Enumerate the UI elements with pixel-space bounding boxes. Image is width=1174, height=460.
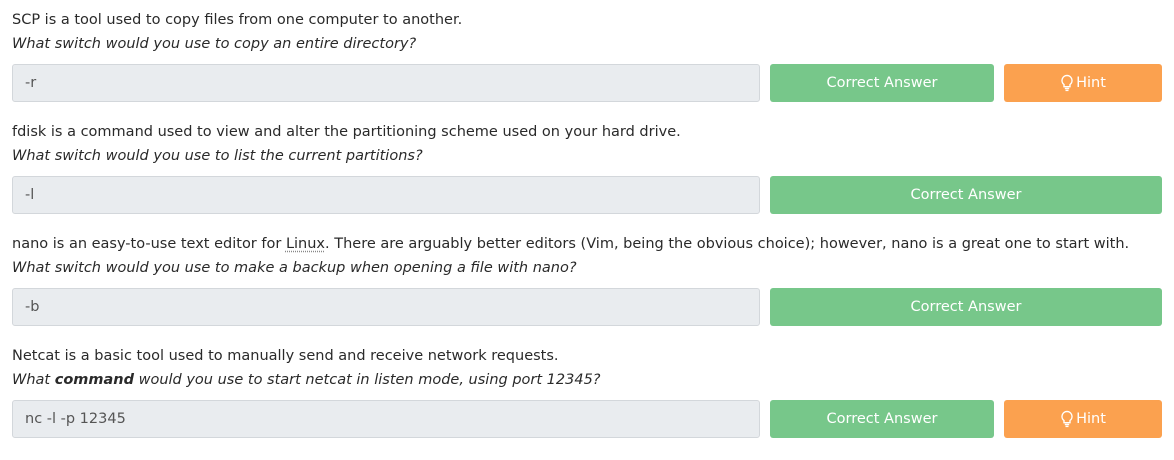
lightbulb-icon [1060, 74, 1074, 92]
question-prompt-emphasis: command [54, 372, 134, 388]
correct-answer-button[interactable]: Correct Answer [770, 64, 994, 102]
question-prompt-part: would you use to start netcat in listen … [133, 372, 601, 388]
question-text: fdisk is a command used to view and alte… [12, 124, 681, 140]
question-prompt: What switch would you use to copy an ent… [12, 36, 417, 52]
answer-row: Correct Answer Hint [12, 400, 1162, 438]
question-text-part: . There are arguably better editors (Vim… [325, 236, 1130, 252]
question-4: Netcat is a basic tool used to manually … [12, 346, 1162, 438]
question-prompt-part: What [12, 372, 55, 388]
answer-input[interactable] [12, 64, 760, 102]
question-1: SCP is a tool used to copy files from on… [12, 10, 1162, 102]
hint-label: Hint [1076, 75, 1106, 91]
linux-abbreviation: Linux [285, 236, 326, 252]
question-text: nano is an easy-to-use text editor for L… [12, 234, 1162, 258]
correct-answer-button[interactable]: Correct Answer [770, 400, 994, 438]
correct-answer-label: Correct Answer [910, 187, 1022, 203]
question-2: fdisk is a command used to view and alte… [12, 122, 1162, 214]
answer-input[interactable] [12, 176, 760, 214]
answer-row: Correct Answer [12, 176, 1162, 214]
correct-answer-button[interactable]: Correct Answer [770, 176, 1162, 214]
correct-answer-button[interactable]: Correct Answer [770, 288, 1162, 326]
answer-row: Correct Answer [12, 288, 1162, 326]
hint-button[interactable]: Hint [1004, 400, 1162, 438]
answer-row: Correct Answer Hint [12, 64, 1162, 102]
question-text-part: nano is an easy-to-use text editor for [12, 236, 286, 252]
hint-button[interactable]: Hint [1004, 64, 1162, 102]
question-prompt: What switch would you use to list the cu… [12, 148, 423, 164]
correct-answer-label: Correct Answer [910, 299, 1022, 315]
correct-answer-label: Correct Answer [826, 411, 938, 427]
correct-answer-label: Correct Answer [826, 75, 938, 91]
question-text: SCP is a tool used to copy files from on… [12, 12, 463, 28]
answer-input[interactable] [12, 400, 760, 438]
hint-label: Hint [1076, 411, 1106, 427]
answer-input[interactable] [12, 288, 760, 326]
question-prompt: What command would you use to start netc… [12, 370, 1162, 392]
question-text: Netcat is a basic tool used to manually … [12, 348, 559, 364]
question-prompt: What switch would you use to make a back… [12, 260, 577, 276]
lightbulb-icon [1060, 410, 1074, 428]
question-3: nano is an easy-to-use text editor for L… [12, 234, 1162, 326]
